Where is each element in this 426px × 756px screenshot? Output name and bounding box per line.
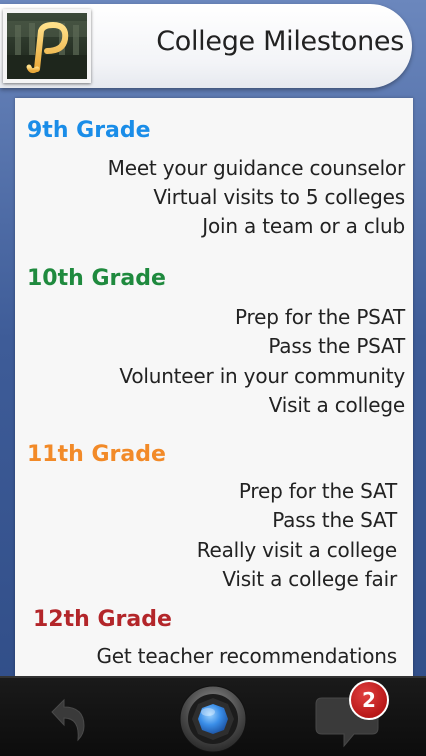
back-arrow-icon <box>51 698 85 742</box>
p-monogram-logo-icon <box>7 13 87 79</box>
section-heading-10th-grade: 10th Grade <box>27 266 166 291</box>
page-title: College Milestones <box>156 26 404 57</box>
list-item: Join a team or a club <box>202 214 405 238</box>
list-item: Visit a college <box>268 393 405 417</box>
list-item: Get teacher recommendations <box>96 644 397 668</box>
notification-badge: 2 <box>349 680 389 720</box>
list-item: Prep for the PSAT <box>235 305 405 329</box>
header-bar: College Milestones <box>0 0 426 92</box>
list-item: Virtual visits to 5 colleges <box>153 185 405 209</box>
list-item: Meet your guidance counselor <box>107 156 406 180</box>
camera-button[interactable] <box>178 684 248 754</box>
milestones-list[interactable]: 9th Grade Meet your guidance counselor V… <box>15 98 413 683</box>
back-button[interactable] <box>38 694 94 744</box>
camera-shutter-icon <box>179 685 247 753</box>
app-screen: College Milestones 9th Grade Meet your g… <box>0 0 426 756</box>
list-item: Prep for the SAT <box>238 479 397 503</box>
list-item: Pass the PSAT <box>268 334 405 358</box>
list-item: Pass the SAT <box>272 508 397 532</box>
list-item: Visit a college fair <box>222 567 397 591</box>
list-item: Really visit a college <box>196 538 398 562</box>
app-logo[interactable] <box>3 9 91 83</box>
section-heading-9th-grade: 9th Grade <box>27 118 151 143</box>
list-item: Volunteer in your community <box>119 364 405 388</box>
section-heading-11th-grade: 11th Grade <box>27 442 166 467</box>
section-heading-12th-grade: 12th Grade <box>33 607 172 632</box>
